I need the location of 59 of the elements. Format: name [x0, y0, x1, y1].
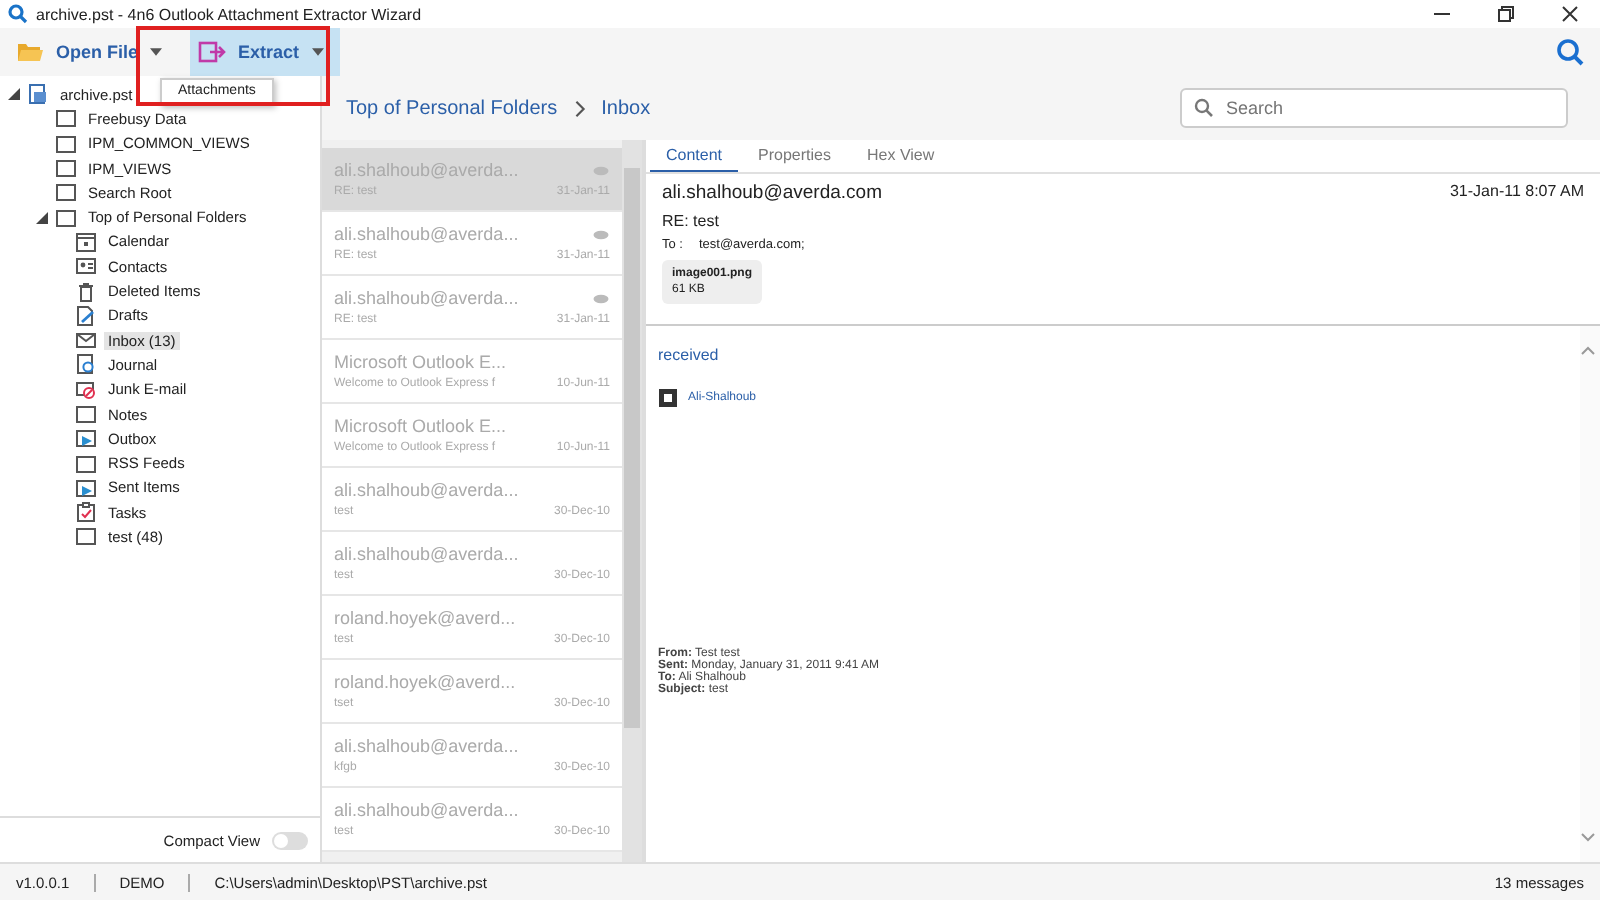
caret-icon [311, 48, 324, 56]
journal-icon [76, 354, 96, 375]
chevron-right-icon [573, 99, 586, 117]
scrollbar[interactable] [1580, 326, 1600, 862]
message-sender: ali.shalhoub@averda... [334, 736, 519, 756]
breadcrumb-link[interactable]: Inbox [601, 97, 651, 119]
folder-icon [76, 453, 96, 474]
collapse-arrow-icon[interactable] [36, 211, 48, 224]
folder-icon [76, 404, 96, 424]
window-title: archive.pst - 4n6 Outlook Attachment Extractor Wizard [36, 5, 422, 23]
preview-tab[interactable]: Content [650, 140, 739, 172]
message-sender: roland.hoyek@averd... [334, 672, 516, 692]
drafts-icon [76, 305, 96, 326]
collapse-arrow-icon[interactable] [8, 88, 20, 101]
caret-icon [150, 48, 163, 56]
email-subject: RE: test [662, 212, 721, 230]
folder-icon [56, 182, 76, 203]
broken-image-icon [658, 388, 678, 408]
folder-icon [56, 207, 76, 228]
folder-icon [76, 526, 96, 547]
preview-tab[interactable]: Hex View [851, 140, 951, 172]
message-sender: Microsoft Outlook E... [334, 416, 507, 436]
email-date: 31-Jan-11 8:07 AM [1449, 182, 1584, 204]
body-text: received [658, 346, 721, 364]
folder-icon [16, 40, 44, 64]
folder-icon [56, 108, 76, 129]
contact-card-icon [76, 256, 96, 277]
folder-icon [56, 158, 76, 179]
scroll-down-icon[interactable] [1580, 832, 1596, 842]
extract-button[interactable]: Extract [190, 28, 340, 76]
message-sender: ali.shalhoub@averda... [334, 288, 519, 308]
close-icon[interactable] [1560, 4, 1580, 24]
breadcrumb-link[interactable]: Top of Personal Folders [346, 97, 558, 119]
app-logo-icon [8, 4, 28, 24]
outbox-icon [76, 477, 96, 498]
folder-icon [56, 133, 76, 154]
open-file-button[interactable]: Open File [8, 28, 179, 76]
message-sender: roland.hoyek@averd... [334, 608, 516, 628]
restore-icon[interactable] [1496, 4, 1516, 24]
export-icon [198, 40, 227, 64]
compact-view-toggle[interactable] [272, 831, 308, 849]
search-icon [1194, 98, 1214, 118]
search-field[interactable]: Search [1180, 88, 1568, 128]
outbox-icon [76, 428, 96, 449]
email-sender: ali.shalhoub@averda.com [662, 182, 882, 204]
envelope-icon [76, 330, 96, 351]
scrollbar[interactable] [622, 140, 642, 862]
trash-icon [76, 281, 96, 302]
message-sender: ali.shalhoub@averda... [334, 544, 519, 564]
search-icon[interactable] [1556, 38, 1584, 66]
preview-tab[interactable]: Properties [742, 140, 847, 172]
message-sender: ali.shalhoub@averda... [334, 480, 519, 500]
junk-mail-icon [76, 379, 96, 400]
clipboard-icon [76, 502, 96, 523]
calendar-icon [76, 231, 96, 252]
scroll-up-icon[interactable] [1580, 346, 1596, 356]
message-sender: ali.shalhoub@averda... [334, 224, 519, 244]
message-sender: ali.shalhoub@averda... [334, 800, 519, 820]
message-sender: Microsoft Outlook E... [334, 352, 507, 372]
